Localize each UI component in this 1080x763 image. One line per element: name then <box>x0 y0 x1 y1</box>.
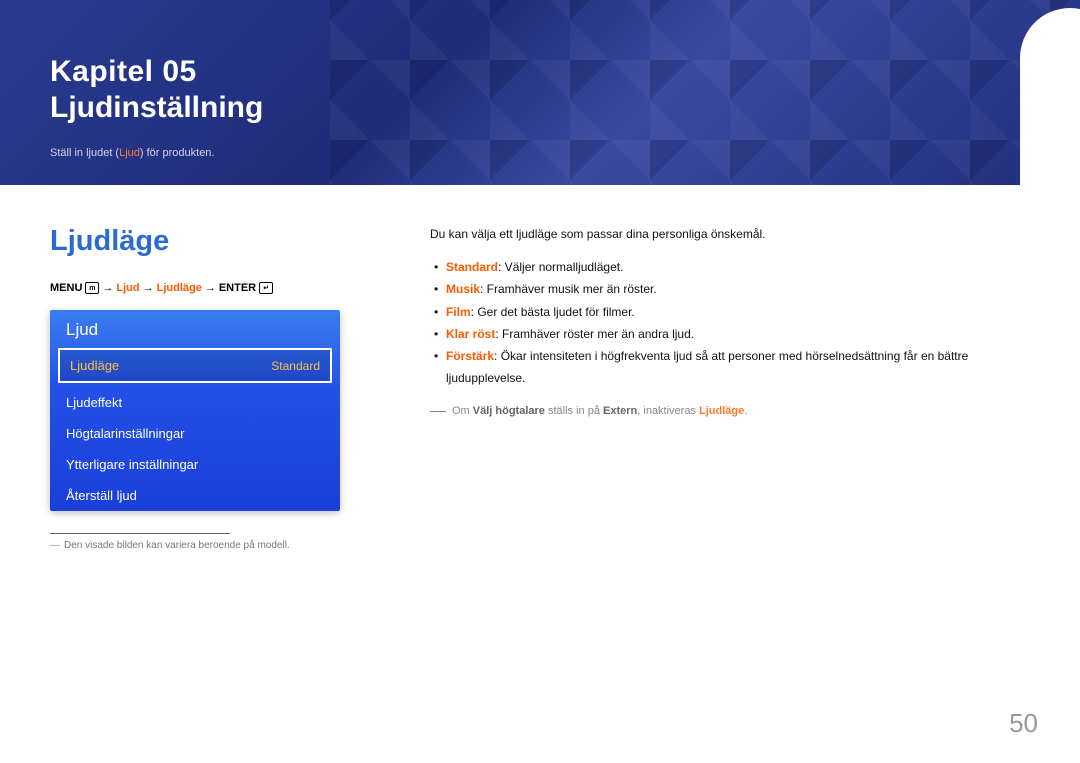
arrow-icon: → <box>205 282 216 294</box>
term-desc: : Framhäver röster mer än andra ljud. <box>495 327 694 341</box>
chapter-label: Kapitel 05 <box>50 55 263 89</box>
note-post: . <box>744 405 747 417</box>
subtitle-accent: Ljud <box>119 147 140 159</box>
page-curve <box>1020 8 1080 185</box>
osd-item-label: Ytterligare inställningar <box>66 457 198 472</box>
list-item: Förstärk: Ökar intensiteten i högfrekven… <box>430 345 1030 389</box>
mode-list: Standard: Väljer normalljudläget. Musik:… <box>430 256 1030 389</box>
term-standard: Standard <box>446 260 498 274</box>
page-body: Ljudläge MENU m → Ljud → Ljudläge → ENTE… <box>50 225 1030 551</box>
note-dash-icon <box>430 411 446 412</box>
chapter-subtitle: Ställ in ljudet (Ljud) för produkten. <box>50 147 263 159</box>
osd-menu: Ljud Ljudläge Standard Ljudeffekt Högtal… <box>50 310 340 511</box>
osd-item-label: Ljudläge <box>70 358 119 373</box>
note-pre: Om <box>452 405 473 417</box>
manual-page: Kapitel 05 Ljudinställning Ställ in ljud… <box>0 0 1080 763</box>
osd-item-label: Återställ ljud <box>66 488 137 503</box>
osd-item-aterstall[interactable]: Återställ ljud <box>50 480 340 511</box>
osd-title: Ljud <box>50 310 340 348</box>
footnote-divider <box>50 533 230 534</box>
term-desc: : Väljer normalljudläget. <box>498 260 623 274</box>
subtitle-text-pre: Ställ in ljudet ( <box>50 147 119 159</box>
enter-icon: ↵ <box>259 282 273 294</box>
osd-item-value: Standard <box>271 359 320 373</box>
list-item: Film: Ger det bästa ljudet för filmer. <box>430 301 1030 323</box>
note-bold1: Välj högtalare <box>473 405 545 417</box>
note-bold2: Extern <box>603 405 637 417</box>
term-desc: : Ökar intensiteten i högfrekventa ljud … <box>446 349 968 385</box>
enter-label: ENTER <box>219 282 256 294</box>
osd-item-ljudeffekt[interactable]: Ljudeffekt <box>50 387 340 418</box>
term-musik: Musik <box>446 282 480 296</box>
section-title: Ljudläge <box>50 225 340 258</box>
term-film: Film <box>446 305 471 319</box>
term-desc: : Ger det bästa ljudet för filmer. <box>471 305 635 319</box>
chapter-header: Kapitel 05 Ljudinställning Ställ in ljud… <box>50 55 263 159</box>
osd-disclaimer: ― Den visade bilden kan variera beroende … <box>50 540 340 551</box>
chapter-title: Ljudinställning <box>50 91 263 125</box>
osd-item-label: Ljudeffekt <box>66 395 122 410</box>
osd-item-hogtalarinstallningar[interactable]: Högtalarinställningar <box>50 418 340 449</box>
arrow-icon: → <box>102 282 113 294</box>
note-term: Ljudläge <box>699 405 744 417</box>
menu-breadcrumb: MENU m → Ljud → Ljudläge → ENTER ↵ <box>50 282 340 294</box>
term-forstark: Förstärk <box>446 349 494 363</box>
note-mid2: , inaktiveras <box>637 405 699 417</box>
page-number: 50 <box>1009 708 1038 739</box>
left-column: Ljudläge MENU m → Ljud → Ljudläge → ENTE… <box>50 225 340 551</box>
dash-icon: ― <box>50 540 60 551</box>
osd-item-label: Högtalarinställningar <box>66 426 185 441</box>
osd-item-ljudlage[interactable]: Ljudläge Standard <box>58 348 332 383</box>
term-klarrost: Klar röst <box>446 327 495 341</box>
intro-text: Du kan välja ett ljudläge som passar din… <box>430 225 1030 244</box>
term-desc: : Framhäver musik mer än röster. <box>480 282 657 296</box>
list-item: Klar röst: Framhäver röster mer än andra… <box>430 323 1030 345</box>
breadcrumb-ljud: Ljud <box>116 282 139 294</box>
osd-item-ytterligare[interactable]: Ytterligare inställningar <box>50 449 340 480</box>
footnote-text: Den visade bilden kan variera beroende p… <box>64 540 290 551</box>
arrow-icon: → <box>143 282 154 294</box>
right-column: Du kan välja ett ljudläge som passar din… <box>430 225 1030 551</box>
list-item: Musik: Framhäver musik mer än röster. <box>430 278 1030 300</box>
list-item: Standard: Väljer normalljudläget. <box>430 256 1030 278</box>
menu-label: MENU <box>50 282 82 294</box>
menu-icon: m <box>85 282 99 294</box>
note-line: Om Välj högtalare ställs in på Extern, i… <box>430 403 1030 421</box>
subtitle-text-post: ) för produkten. <box>140 147 215 159</box>
breadcrumb-ljudlage: Ljudläge <box>157 282 202 294</box>
note-mid: ställs in på <box>545 405 603 417</box>
